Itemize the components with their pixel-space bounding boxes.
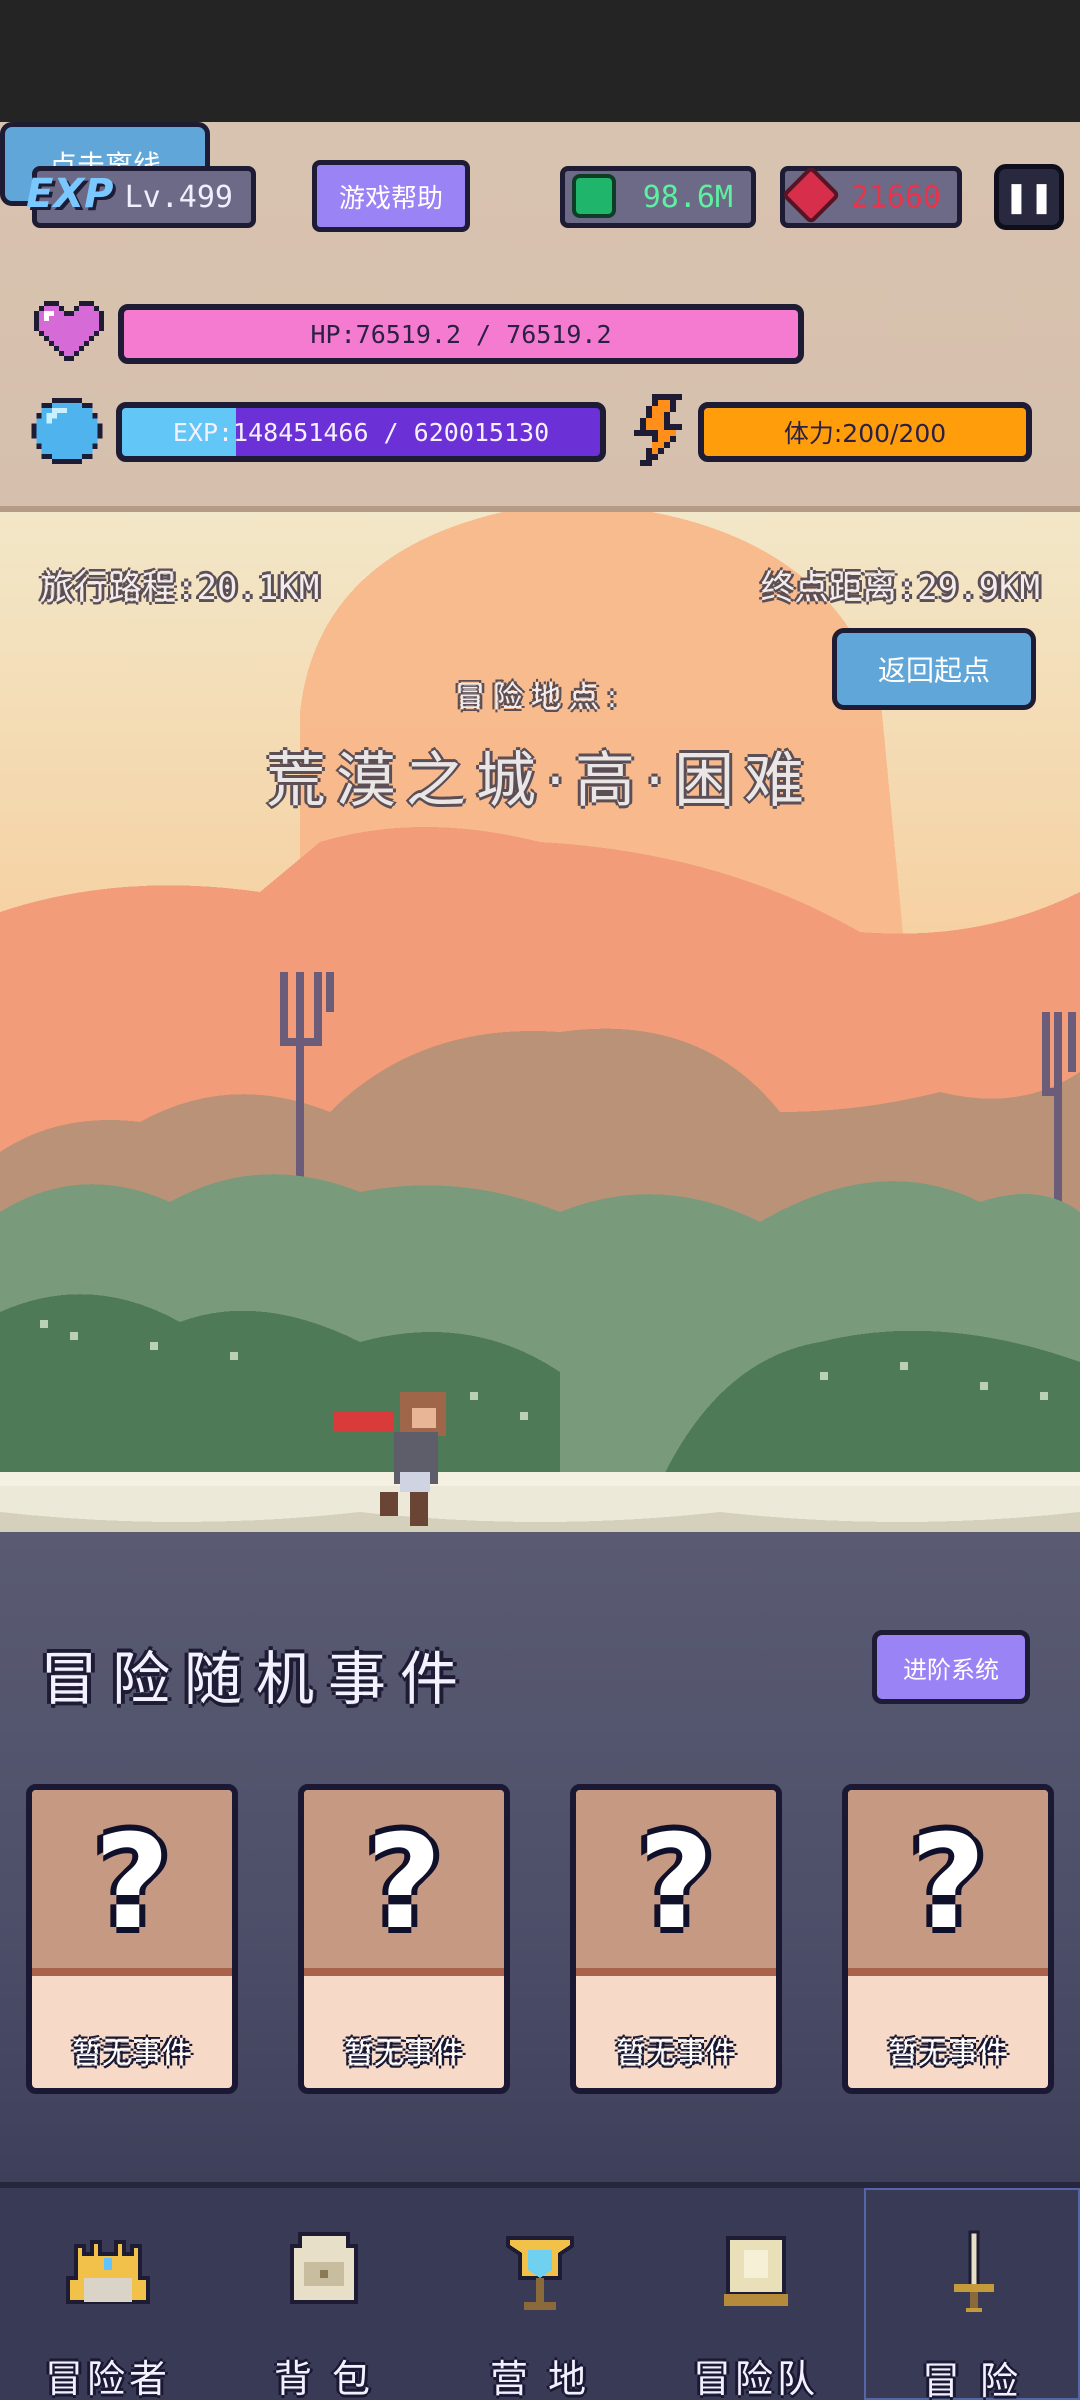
heart-icon — [34, 301, 104, 361]
nav-adventurer[interactable]: 冒险者 — [0, 2188, 216, 2400]
stamina-bar: 体力:200/200 — [698, 402, 1032, 462]
sword-icon — [954, 2230, 994, 2312]
question-mark-icon: ? — [910, 1806, 986, 1958]
status-bar — [0, 0, 1080, 122]
bottom-navigation: 冒险者 背 包 营 地 冒险队 冒 险 — [0, 2182, 1080, 2400]
stamina-text: 体力:200/200 — [783, 419, 947, 448]
nav-backpack[interactable]: 背 包 — [216, 2188, 432, 2400]
nav-label: 营 地 — [489, 2357, 591, 2400]
crystal-orb-icon — [31, 398, 103, 464]
nav-label: 背 包 — [273, 2357, 375, 2400]
pause-button[interactable]: ❚❚ — [994, 164, 1064, 230]
random-events-panel: 冒险随机事件 进阶系统 ? 暂无事件 ? 暂无事件 ? 暂无事件 ? 暂无事件 — [0, 1532, 1080, 2182]
advance-system-button[interactable]: 进阶系统 — [872, 1630, 1030, 1704]
trip-distance: 旅行路程:20.1KM — [40, 568, 320, 608]
location-name: 荒漠之城·高·困难 — [265, 746, 815, 816]
nav-label: 冒险队 — [692, 2357, 819, 2400]
event-card-label: 暂无事件 — [72, 2036, 192, 2071]
events-title: 冒险随机事件 — [40, 1645, 473, 1713]
event-card[interactable]: ? 暂无事件 — [26, 1784, 238, 2094]
backpack-icon — [290, 2232, 358, 2304]
question-mark-icon: ? — [366, 1806, 442, 1958]
adventure-scene: 旅行路程:20.1KM 终点距离:29.9KM 返回起点 冒险地点: 荒漠之城·… — [0, 512, 1080, 1532]
exp-logo-icon: EXP — [26, 171, 114, 217]
nav-camp[interactable]: 营 地 — [432, 2188, 648, 2400]
nav-label: 冒 险 — [921, 2359, 1023, 2400]
question-mark-icon: ? — [638, 1806, 714, 1958]
event-card[interactable]: ? 暂无事件 — [842, 1784, 1054, 2094]
emerald-icon — [572, 174, 616, 218]
end-distance: 终点距离:29.9KM — [760, 568, 1040, 608]
exp-text: EXP:148451466 / 620015130 — [172, 417, 550, 447]
camp-banner-icon — [506, 2236, 574, 2310]
hud-panel: Lv.499 EXP 游戏帮助 98.6M 21660 ❚❚ HP:76519.… — [0, 122, 1080, 512]
event-card-label: 暂无事件 — [344, 2036, 464, 2071]
crown-helmet-icon — [66, 2240, 150, 2304]
nav-label: 冒险者 — [44, 2357, 171, 2400]
level-text: Lv.499 — [124, 179, 233, 215]
nav-party[interactable]: 冒险队 — [648, 2188, 864, 2400]
exp-bar: EXP:148451466 / 620015130 — [116, 402, 606, 462]
lightning-icon — [634, 394, 682, 466]
event-card-label: 暂无事件 — [616, 2036, 736, 2071]
event-card[interactable]: ? 暂无事件 — [298, 1784, 510, 2094]
event-card-label: 暂无事件 — [888, 2036, 1008, 2071]
emerald-amount: 98.6M — [642, 179, 733, 215]
nav-adventure[interactable]: 冒 险 — [864, 2188, 1080, 2400]
game-help-button[interactable]: 游戏帮助 — [312, 160, 470, 232]
question-mark-icon: ? — [94, 1806, 170, 1958]
location-label: 冒险地点: — [454, 680, 626, 715]
hp-text: HP:76519.2 / 76519.2 — [310, 319, 612, 349]
pause-icon: ❚❚ — [1003, 179, 1055, 215]
event-card[interactable]: ? 暂无事件 — [570, 1784, 782, 2094]
hp-bar: HP:76519.2 / 76519.2 — [118, 304, 804, 364]
ruby-amount: 21660 — [850, 179, 941, 215]
guild-book-icon — [724, 2236, 788, 2306]
